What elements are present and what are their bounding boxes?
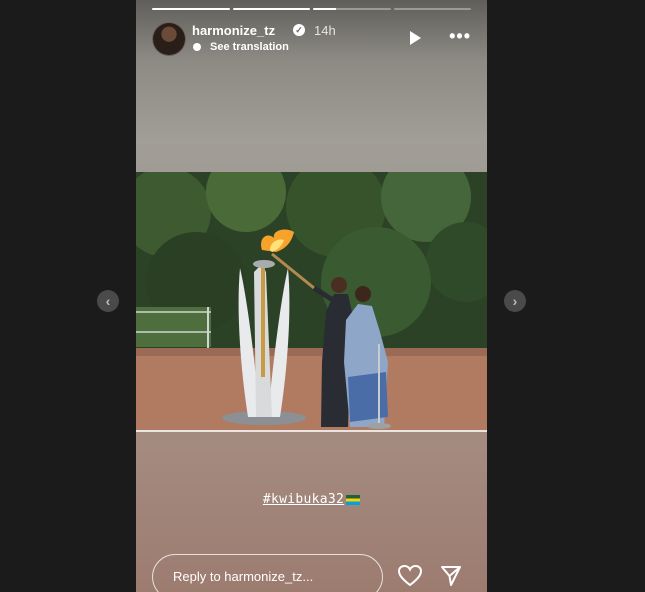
progress-fill (232, 8, 310, 10)
progress-segment (152, 8, 230, 10)
progress-fill (152, 8, 230, 10)
hashtag-sticker[interactable]: #kwibuka32 (136, 492, 487, 507)
chevron-right-icon: › (512, 293, 518, 309)
previous-story-button[interactable]: ‹ (97, 290, 119, 312)
reply-placeholder: Reply to harmonize_tz... (173, 569, 314, 584)
play-icon[interactable] (410, 31, 421, 45)
more-icon[interactable]: ••• (449, 27, 471, 45)
heart-icon[interactable] (398, 565, 422, 587)
memorial-flame-photo (136, 172, 487, 432)
see-translation-button[interactable]: See translation (210, 41, 289, 53)
rwanda-flag-icon (346, 494, 361, 505)
translate-icon (193, 43, 201, 51)
story-viewer: harmonize_tz ✓ 14h See translation ••• #… (136, 0, 487, 592)
next-story-button[interactable]: › (504, 290, 526, 312)
progress-segment (232, 8, 310, 10)
avatar[interactable] (152, 22, 186, 56)
hashtag-text: #kwibuka32 (262, 492, 345, 507)
username-link[interactable]: harmonize_tz (192, 23, 275, 38)
progress-segment (313, 8, 391, 10)
post-time: 14h (314, 23, 336, 38)
progress-segment (393, 8, 471, 10)
send-icon[interactable] (440, 565, 462, 587)
story-header: harmonize_tz ✓ 14h See translation ••• (152, 22, 471, 56)
reply-input[interactable]: Reply to harmonize_tz... (152, 554, 383, 592)
verified-badge-icon: ✓ (293, 24, 305, 36)
chevron-left-icon: ‹ (105, 293, 111, 309)
progress-fill (313, 8, 337, 10)
story-progress (152, 8, 471, 10)
story-photo (136, 172, 487, 432)
